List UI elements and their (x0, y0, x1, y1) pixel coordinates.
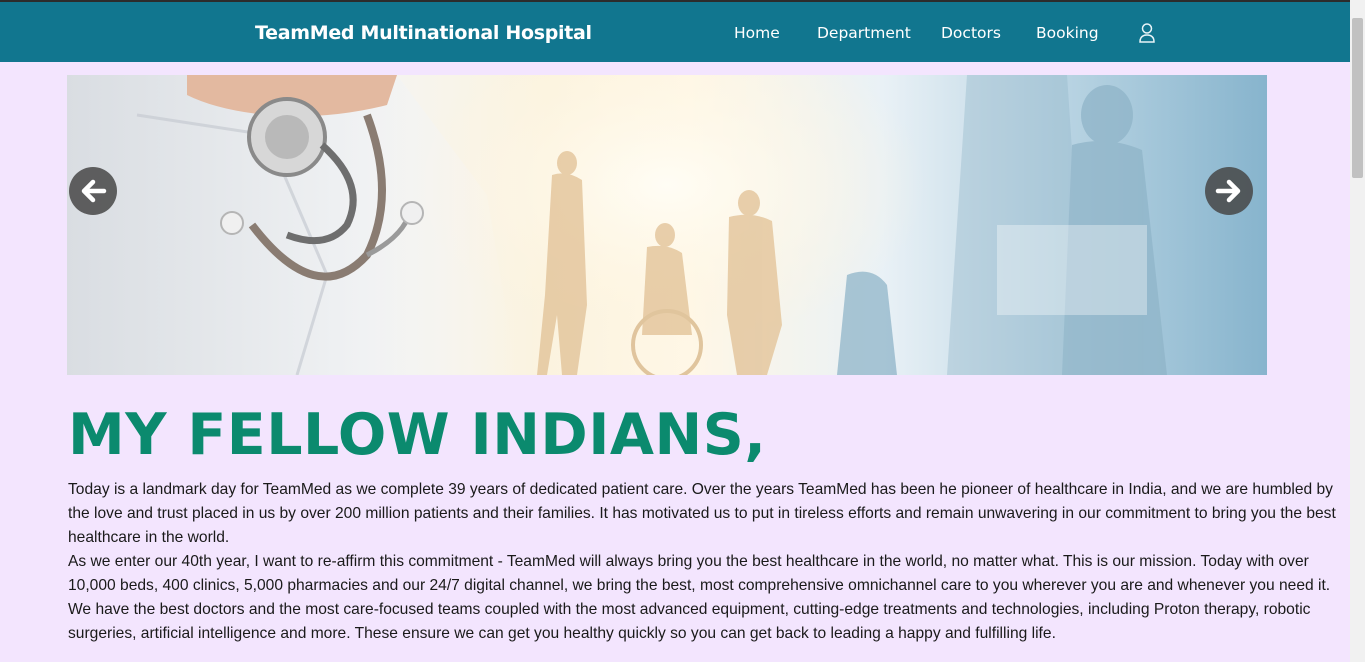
paragraph-2: As we enter our 40th year, I want to re-… (68, 553, 1331, 594)
scrollbar-thumb[interactable] (1352, 18, 1363, 178)
user-icon[interactable] (1138, 22, 1156, 44)
brand-title[interactable]: TeamMed Multinational Hospital (255, 22, 592, 44)
hero-carousel[interactable] (67, 75, 1267, 375)
nav-doctors[interactable]: Doctors (941, 24, 1001, 42)
carousel-prev-button[interactable] (69, 167, 117, 215)
paragraph-3: We have the best doctors and the most ca… (68, 601, 1311, 642)
navbar: TeamMed Multinational Hospital Home Depa… (0, 0, 1350, 62)
message-body: Today is a landmark day for TeamMed as w… (68, 478, 1348, 646)
page-headline: MY FELLOW INDIANS, (68, 402, 767, 468)
page-scrollbar[interactable] (1350, 0, 1365, 662)
hero-image (67, 75, 1167, 375)
nav-home[interactable]: Home (734, 24, 780, 42)
nav-department[interactable]: Department (817, 24, 911, 42)
paragraph-1: Today is a landmark day for TeamMed as w… (68, 481, 1336, 546)
arrow-right-icon (1215, 179, 1241, 203)
carousel-next-button[interactable] (1205, 167, 1253, 215)
arrow-left-icon (81, 179, 107, 203)
nav-booking[interactable]: Booking (1036, 24, 1099, 42)
